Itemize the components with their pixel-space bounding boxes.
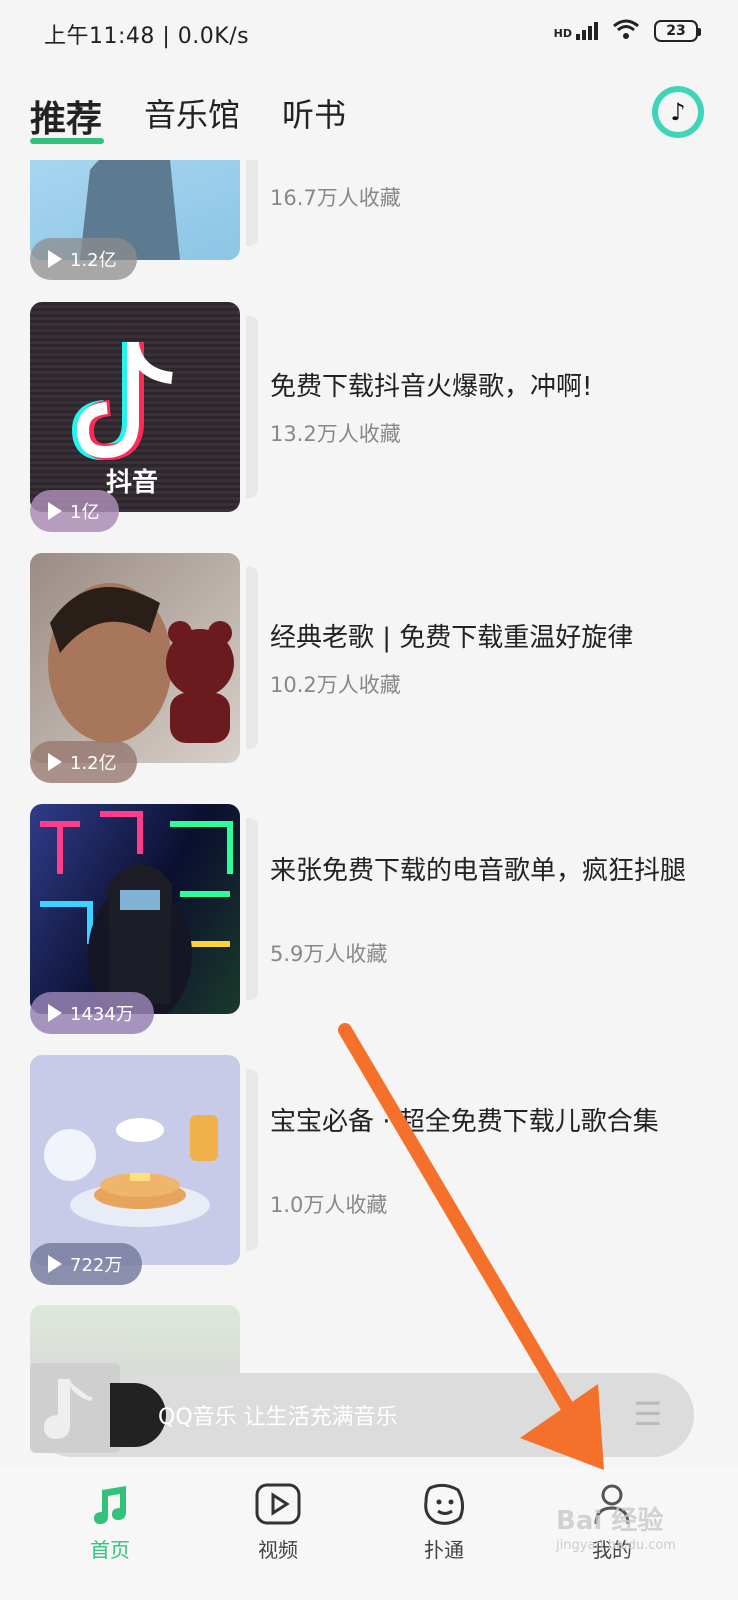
playlist-cover: 抖音 — [30, 302, 240, 512]
status-icons: HD 23 — [554, 18, 701, 44]
mini-player[interactable]: QQ音乐 让生活充满音乐 ☰ — [30, 1363, 694, 1457]
playlist-cover — [30, 804, 240, 1014]
wifi-icon — [612, 18, 640, 44]
playlist-favorites: 5.9万人收藏 — [270, 942, 388, 966]
playlist-title: 宝宝必备 · 超全免费下载儿歌合集 — [270, 1107, 659, 1137]
play-count-badge: 1亿 — [30, 490, 120, 532]
play-icon — [48, 502, 62, 520]
play-count-badge: 1.2亿 — [30, 238, 137, 280]
playlist-item[interactable]: 1434万 来张免费下载的电音歌单，疯狂抖腿 5.9万人收藏 — [30, 804, 710, 1034]
battery-level: 23 — [666, 23, 686, 39]
play-count: 1434万 — [70, 1004, 134, 1025]
playlist-cover — [30, 1055, 240, 1265]
play-count: 1.2亿 — [70, 250, 117, 271]
nav-label-putong: 扑通 — [424, 1538, 464, 1562]
play-count: 722万 — [70, 1255, 123, 1276]
playlist-item[interactable]: 抖音 1亿 免费下载抖音火爆歌，冲啊! 13.2万人收藏 — [30, 302, 710, 532]
face-icon — [420, 1480, 468, 1528]
play-count: 1亿 — [70, 502, 100, 523]
nav-putong[interactable]: 扑通 — [384, 1468, 504, 1563]
playlist-favorites: 1.0万人收藏 — [270, 1193, 388, 1217]
status-bar: 上午11:48 | 0.0K/s HD 23 — [0, 0, 738, 64]
play-icon — [48, 753, 62, 771]
playlist-item[interactable]: 1.2亿 经典老歌 | 免费下载重温好旋律 10.2万人收藏 — [30, 553, 710, 783]
tab-music-hall[interactable]: 音乐馆 — [144, 90, 240, 136]
play-count: 1.2亿 — [70, 753, 117, 774]
hd-label: HD — [553, 27, 572, 40]
play-icon — [48, 250, 62, 268]
playlist-queue-icon[interactable]: ☰ — [633, 1395, 662, 1433]
playlist-title: 经典老歌 | 免费下载重温好旋律 — [270, 623, 634, 653]
battery-icon: 23 — [654, 20, 701, 42]
playlist-favorites: 13.2万人收藏 — [270, 422, 401, 446]
nav-label-home: 首页 — [90, 1538, 130, 1562]
playlist-item[interactable]: 722万 宝宝必备 · 超全免费下载儿歌合集 1.0万人收藏 — [30, 1055, 710, 1285]
nav-label-video: 视频 — [258, 1538, 298, 1562]
playlist-title: 来张免费下载的电音歌单，疯狂抖腿 — [270, 856, 687, 886]
nav-video[interactable]: 视频 — [218, 1468, 338, 1563]
tab-active-indicator — [30, 138, 104, 144]
playlist-favorites: 16.7万人收藏 — [270, 186, 401, 210]
playlist-cover — [30, 553, 240, 763]
playlist-list: 1.2亿 16.7万人收藏 抖音 1亿 免费下载抖音火爆歌，冲啊! 13.2万人… — [0, 160, 738, 1410]
tab-recommend[interactable]: 推荐 — [30, 90, 102, 142]
music-note-icon — [86, 1480, 134, 1528]
music-note-icon: ♪ — [658, 92, 698, 132]
top-tabs: 推荐 音乐馆 听书 ♪ — [0, 80, 738, 160]
watermark: Bai 经验 — [556, 1506, 664, 1536]
now-playing-button[interactable]: ♪ — [652, 86, 704, 138]
watermark-url: jingyan.baidu.com — [556, 1538, 676, 1553]
album-art-placeholder — [30, 1363, 120, 1453]
play-icon — [48, 1255, 62, 1273]
mini-player-text: QQ音乐 让生活充满音乐 — [158, 1405, 398, 1430]
video-play-icon — [254, 1480, 302, 1528]
play-icon — [48, 1004, 62, 1022]
play-count-badge: 722万 — [30, 1243, 143, 1285]
playlist-title: 免费下载抖音火爆歌，冲啊! — [270, 372, 593, 402]
signal-icon: HD — [554, 22, 598, 40]
cover-text: 抖音 — [106, 468, 159, 498]
tab-audiobook[interactable]: 听书 — [282, 90, 346, 136]
nav-home[interactable]: 首页 — [50, 1468, 170, 1563]
playlist-item[interactable]: 1.2亿 16.7万人收藏 — [30, 160, 710, 280]
play-count-badge: 1434万 — [30, 992, 154, 1034]
play-count-badge: 1.2亿 — [30, 741, 137, 783]
status-time: 上午11:48 | 0.0K/s — [44, 24, 250, 49]
playlist-favorites: 10.2万人收藏 — [270, 673, 401, 697]
